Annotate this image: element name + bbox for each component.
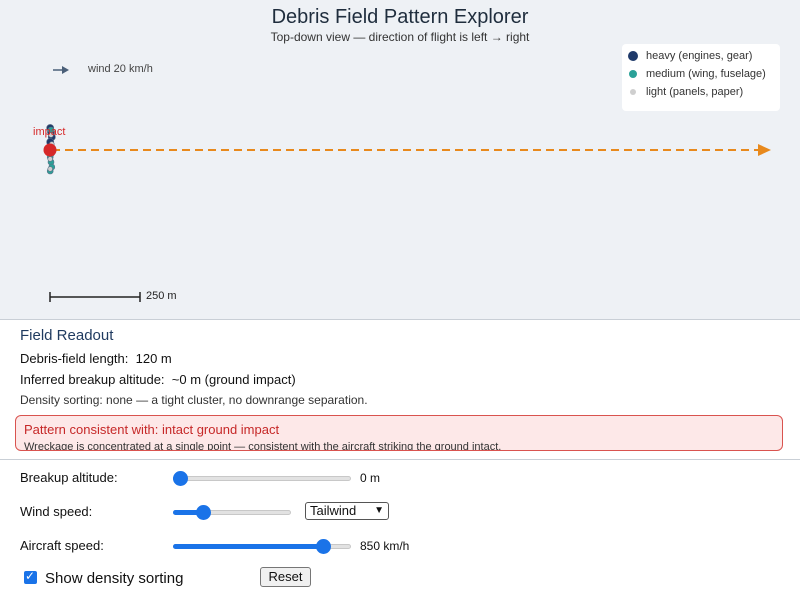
- breakup-altitude-label: Inferred breakup altitude:: [20, 372, 165, 387]
- aircraft-speed-label: Aircraft speed:: [20, 538, 104, 553]
- legend-item-light: light (panels, paper): [628, 84, 743, 100]
- legend-item-heavy: heavy (engines, gear): [628, 48, 752, 64]
- verdict-title: Pattern consistent with: intact ground i…: [24, 422, 280, 437]
- wind-direction-select[interactable]: Tailwind ▼: [305, 502, 389, 520]
- legend-label: light (panels, paper): [646, 86, 744, 98]
- legend-label: medium (wing, fuselage): [646, 68, 766, 80]
- legend: heavy (engines, gear) medium (wing, fuse…: [622, 44, 780, 111]
- breakup-altitude-line: Inferred breakup altitude: ~0 m (ground …: [20, 372, 296, 387]
- legend-label: heavy (engines, gear): [646, 50, 753, 62]
- field-length-value: 120 m: [135, 351, 172, 366]
- debris-plot: Debris Field Pattern Explorer Top-down v…: [0, 0, 800, 320]
- wind-label: wind 20 km/h: [88, 63, 153, 75]
- density-note: Density sorting: none — a tight cluster,…: [20, 393, 368, 407]
- density-sorting-label: Show density sorting: [45, 570, 184, 587]
- medium-dot-icon: [629, 70, 637, 78]
- wind-arrow-icon: [53, 66, 69, 74]
- debris-light: [47, 156, 53, 162]
- breakup-altitude-value: 0 m: [360, 471, 381, 485]
- heavy-dot-icon: [628, 51, 638, 61]
- slider-thumb[interactable]: [195, 505, 211, 520]
- chevron-down-icon: ▼: [374, 505, 384, 516]
- page-title: Debris Field Pattern Explorer: [271, 6, 529, 28]
- aircraft-speed-value: 850 km/h: [360, 539, 410, 553]
- wind-speed-label: Wind speed:: [20, 504, 93, 519]
- field-length-line: Debris-field length: 120 m: [20, 351, 172, 366]
- verdict-description: Wreckage is concentrated at a single poi…: [24, 441, 502, 451]
- slider-thumb[interactable]: [173, 471, 188, 486]
- wind-speed-slider[interactable]: [173, 504, 291, 520]
- page-subtitle: Top-down view — direction of flight is l…: [270, 30, 530, 44]
- verdict-box: Pattern consistent with: intact ground i…: [15, 415, 783, 451]
- breakup-altitude-value: ~0 m (ground impact): [171, 372, 296, 387]
- debris-light: [47, 166, 53, 172]
- scale-label: 250 m: [146, 290, 177, 302]
- scale-bar: [49, 292, 141, 302]
- reset-button[interactable]: Reset: [260, 567, 311, 587]
- checkmark-icon: ✓: [25, 569, 36, 583]
- wind-direction-value: Tailwind: [310, 503, 357, 518]
- readout-title: Field Readout: [20, 327, 114, 344]
- impact-marker: [43, 143, 57, 157]
- breakup-altitude-slider[interactable]: [173, 470, 351, 486]
- flight-path-arrow: [52, 144, 771, 156]
- density-sorting-checkbox[interactable]: ✓: [24, 569, 37, 584]
- aircraft-speed-slider[interactable]: [173, 538, 351, 554]
- legend-item-medium: medium (wing, fuselage): [628, 66, 766, 82]
- impact-label: impact: [33, 126, 66, 138]
- field-length-label: Debris-field length:: [20, 351, 129, 366]
- slider-thumb[interactable]: [315, 539, 331, 554]
- light-dot-icon: [630, 89, 636, 95]
- field-readout-panel: Field Readout Debris-field length: 120 m…: [0, 320, 800, 460]
- breakup-altitude-label: Breakup altitude:: [20, 470, 118, 485]
